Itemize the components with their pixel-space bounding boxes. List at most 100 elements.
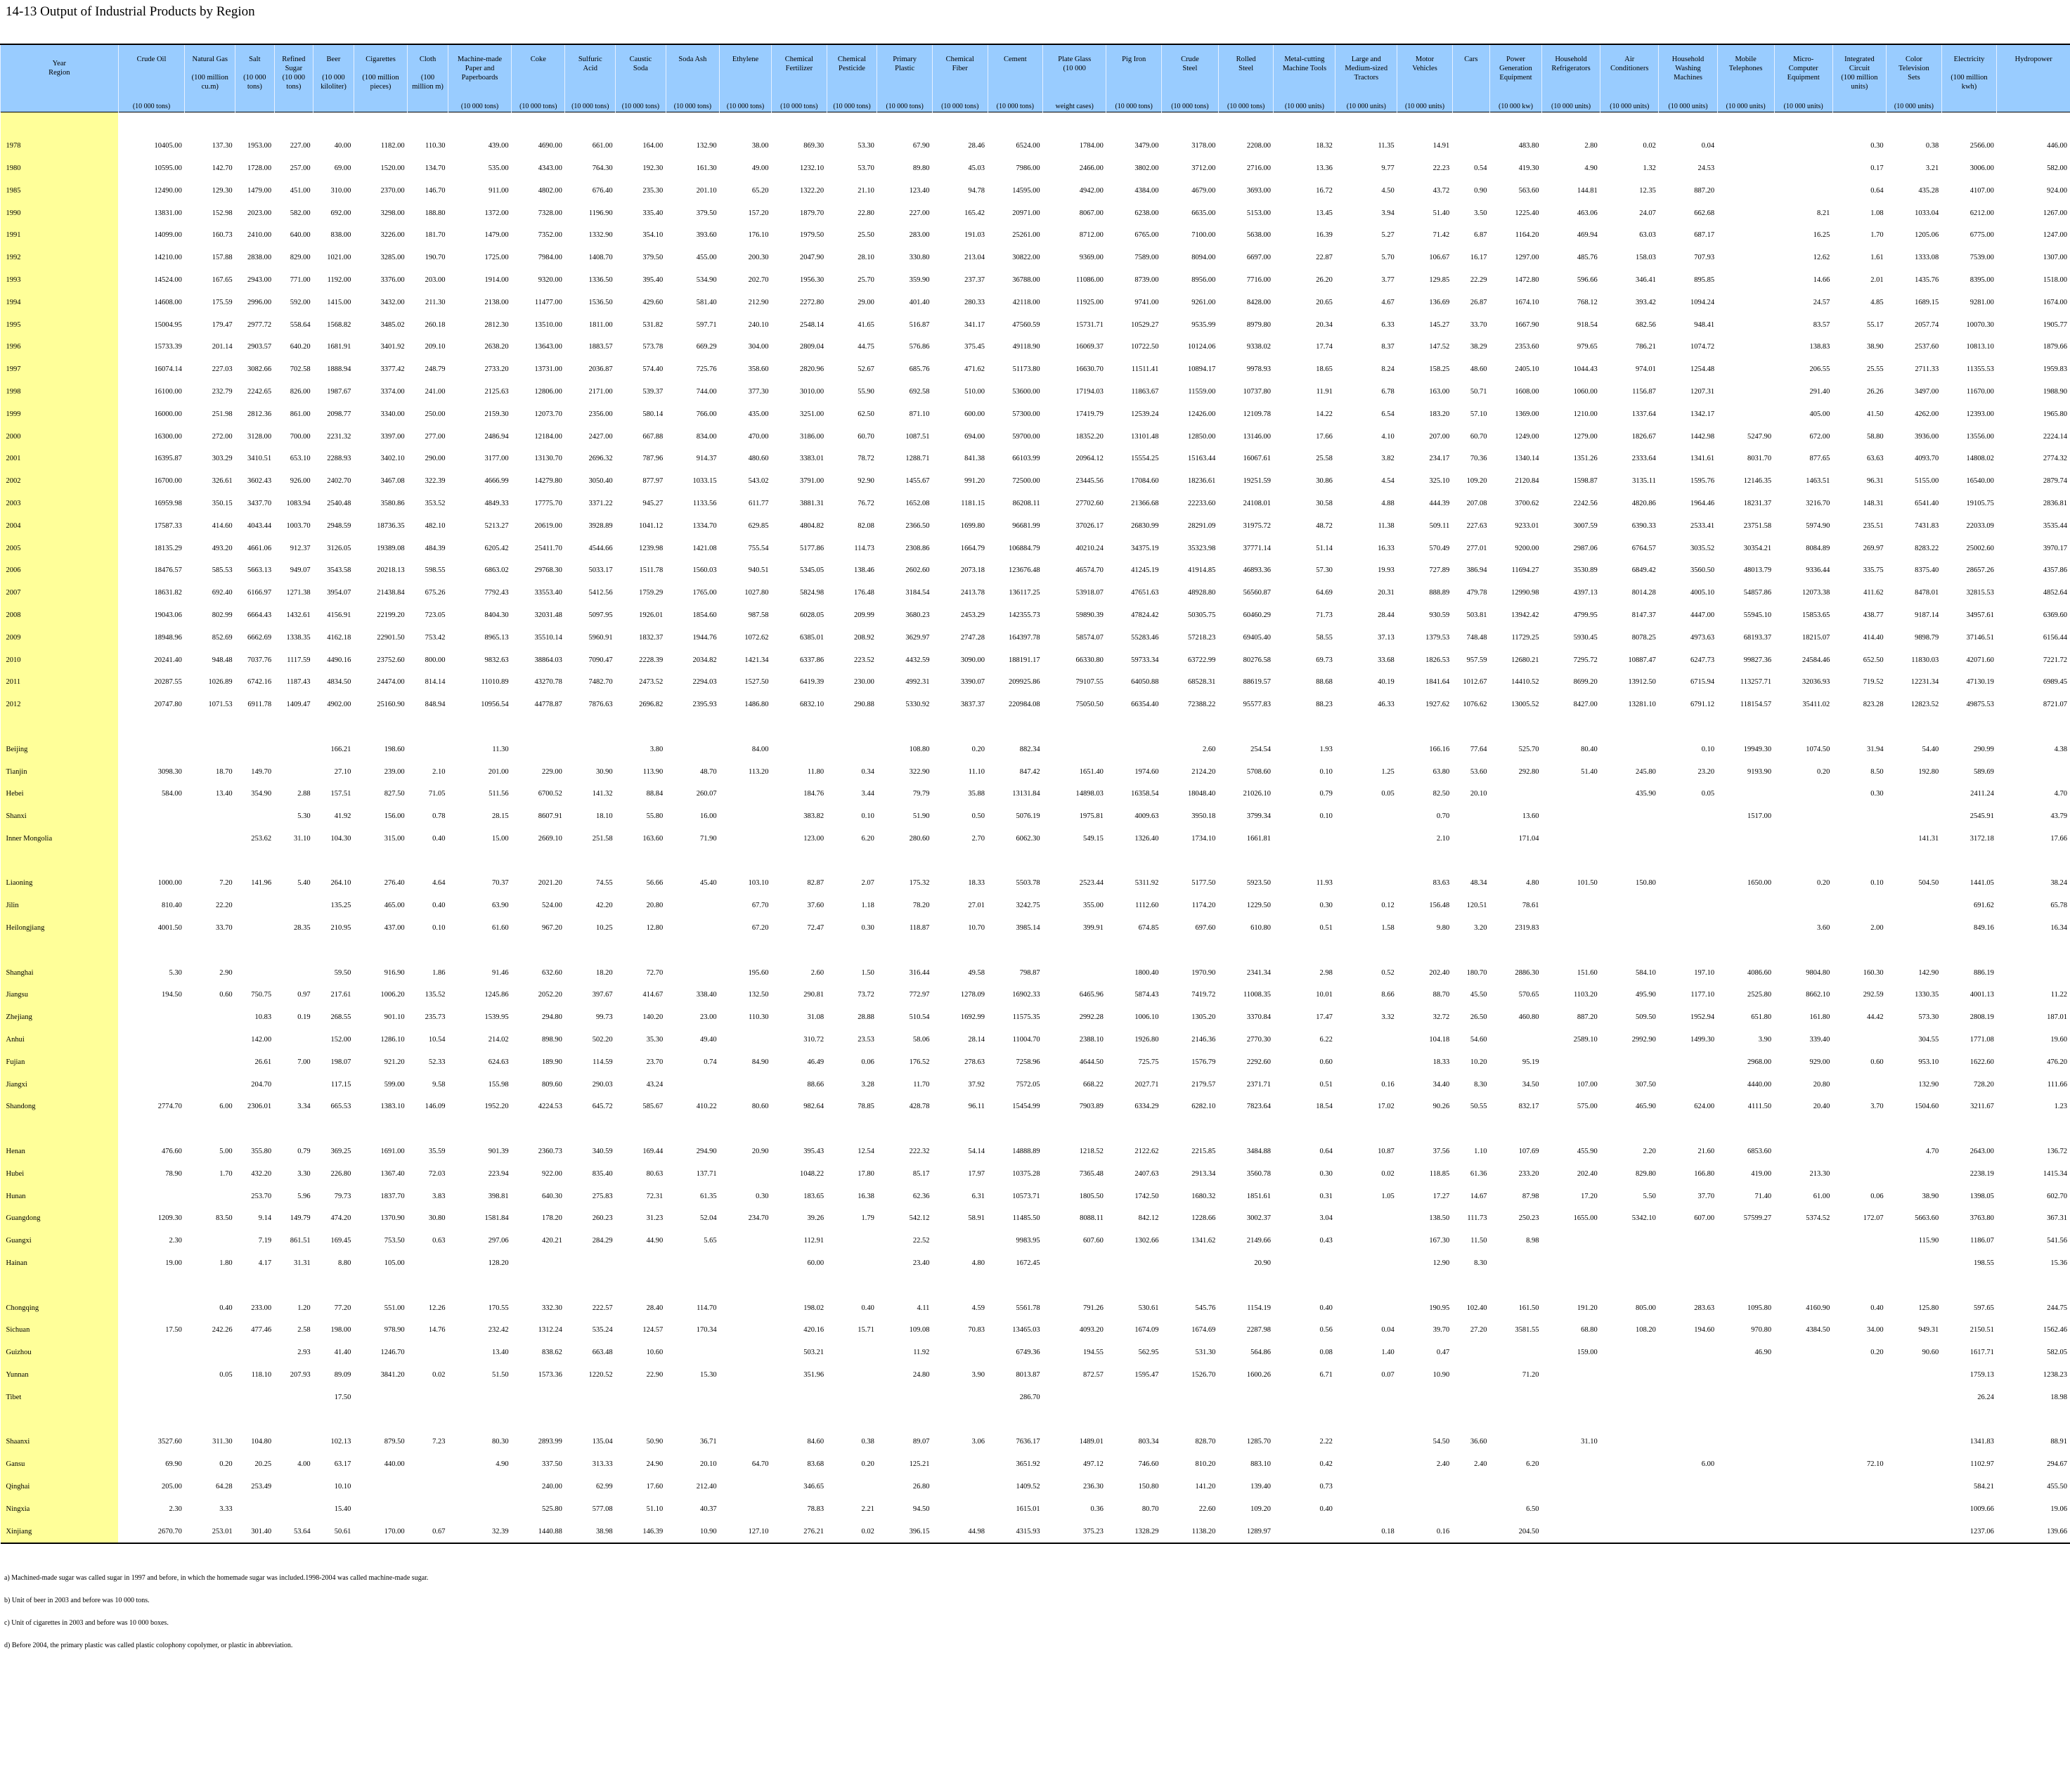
table-cell: 602.70	[2047, 1192, 2067, 1200]
table-cell: 2809.04	[800, 343, 824, 351]
table-cell: 4.54	[1381, 477, 1395, 486]
table-cell: 48013.79	[1743, 566, 1772, 575]
table-cell: 1181.15	[961, 499, 985, 507]
table-cell	[313, 112, 354, 135]
table-cell	[185, 828, 235, 850]
table-cell: 1228.66	[1191, 1214, 1216, 1223]
table-cell: 350.15	[212, 499, 233, 507]
table-cell: 62.36	[912, 1192, 930, 1200]
row-label: 1991	[0, 223, 119, 247]
table-cell: 1048.22	[800, 1169, 824, 1178]
table-cell: 1851.61	[1246, 1192, 1271, 1200]
table-cell: 1674.69	[1191, 1326, 1216, 1335]
table-cell: 55945.10	[1743, 611, 1772, 619]
column-unit: (10 000 tons)	[621, 103, 660, 110]
table-cell: 79107.55	[1075, 678, 1104, 687]
table-cell: 707.93	[1694, 254, 1715, 262]
table-cell	[827, 939, 877, 961]
table-cell: 0.02	[1381, 1169, 1395, 1178]
table-cell: 632.60	[542, 968, 562, 977]
table-cell: 2427.00	[588, 432, 613, 441]
table-cell	[720, 1162, 772, 1185]
table-cell: 7572.05	[1016, 1080, 1040, 1089]
table-cell	[1659, 1118, 1717, 1141]
table-cell: 8979.80	[1246, 320, 1271, 329]
table-cell: 1734.10	[1191, 834, 1216, 843]
column-unit: (10 000 tons)	[519, 103, 557, 110]
table-cell: 236.30	[1082, 1483, 1104, 1491]
table-cell: 278.63	[964, 1058, 985, 1066]
table-cell	[616, 850, 666, 872]
column-header: Metal-cutting Machine Tools (10 000 units)	[1273, 44, 1335, 112]
table-cell: 7090.47	[588, 656, 613, 664]
table-cell: 524.00	[542, 902, 562, 910]
table-cell: 0.17	[1870, 164, 1884, 172]
table-cell: 3.90	[971, 1371, 985, 1379]
table-cell: 41.92	[334, 812, 351, 821]
table-cell: 78.20	[912, 902, 930, 910]
table-cell: 290.81	[803, 991, 824, 999]
table-cell: 20.40	[1813, 1103, 1830, 1111]
column-header: Cloth (100 million m)	[407, 44, 448, 112]
table-cell: 531.82	[642, 320, 664, 329]
table-cell: 18.65	[1316, 365, 1333, 374]
table-cell	[1717, 1274, 1774, 1297]
table-cell: 307.50	[1636, 1080, 1656, 1089]
table-cell: 79.73	[334, 1192, 351, 1200]
table-cell: 16.38	[858, 1192, 874, 1200]
table-cell: 31.31	[293, 1259, 311, 1268]
table-cell	[1832, 828, 1886, 850]
table-cell: 5155.00	[1915, 477, 1939, 486]
table-cell: 129.30	[212, 186, 233, 195]
table-cell	[1218, 850, 1274, 872]
table-cell: 483.80	[1518, 142, 1539, 150]
table-cell: 2407.63	[1134, 1169, 1159, 1178]
table-cell: 585.53	[212, 566, 233, 575]
table-cell: 3401.92	[380, 343, 405, 351]
table-cell: 10.54	[428, 1036, 446, 1044]
table-cell: 4992.31	[905, 678, 930, 687]
table-cell: 9.14	[258, 1214, 272, 1223]
table-cell: 7903.89	[1079, 1103, 1104, 1111]
table-cell: 5.96	[297, 1192, 311, 1200]
table-cell	[1335, 1408, 1397, 1431]
table-cell: 10.01	[1316, 991, 1333, 999]
column-name: Sulfuric Acid	[578, 56, 602, 72]
table-cell: 3135.11	[1632, 477, 1656, 486]
table-cell: 1800.40	[1134, 968, 1159, 977]
table-cell: 166.16	[1429, 745, 1450, 753]
table-cell	[235, 1274, 274, 1297]
table-cell: 204.70	[251, 1080, 272, 1089]
table-cell: 22.87	[1316, 254, 1333, 262]
table-cell: 48.70	[699, 767, 717, 776]
table-cell: 165.42	[964, 209, 985, 217]
table-cell: 5503.78	[1016, 879, 1040, 888]
table-cell: 2812.36	[247, 410, 272, 418]
table-cell: 1987.67	[327, 387, 351, 396]
table-cell: 10529.27	[1131, 320, 1159, 329]
table-cell: 92.90	[858, 477, 874, 486]
table-cell: 9983.95	[1016, 1237, 1040, 1245]
table-cell: 6419.39	[800, 678, 824, 687]
table-cell: 59700.00	[1012, 432, 1040, 441]
table-cell	[932, 1274, 988, 1297]
table-cell: 22.20	[215, 902, 233, 910]
table-cell: 1979.50	[800, 231, 824, 240]
table-cell	[1452, 1520, 1490, 1544]
table-cell	[877, 716, 933, 739]
table-cell	[1043, 1386, 1106, 1408]
table-cell: 35.88	[968, 790, 985, 798]
table-cell: 170.34	[696, 1326, 717, 1335]
table-cell	[1397, 1476, 1453, 1498]
table-cell: 55.80	[646, 812, 664, 821]
table-cell: 59890.39	[1075, 611, 1104, 619]
table-cell	[720, 1230, 772, 1252]
table-cell	[313, 1408, 354, 1431]
table-cell: 20.34	[1316, 320, 1333, 329]
table-cell: 12146.35	[1743, 477, 1772, 486]
table-cell	[1832, 939, 1886, 961]
table-cell	[448, 850, 511, 872]
table-cell: 16.34	[2050, 924, 2067, 933]
table-cell: 86208.11	[1012, 499, 1040, 507]
table-cell	[1659, 1476, 1717, 1498]
